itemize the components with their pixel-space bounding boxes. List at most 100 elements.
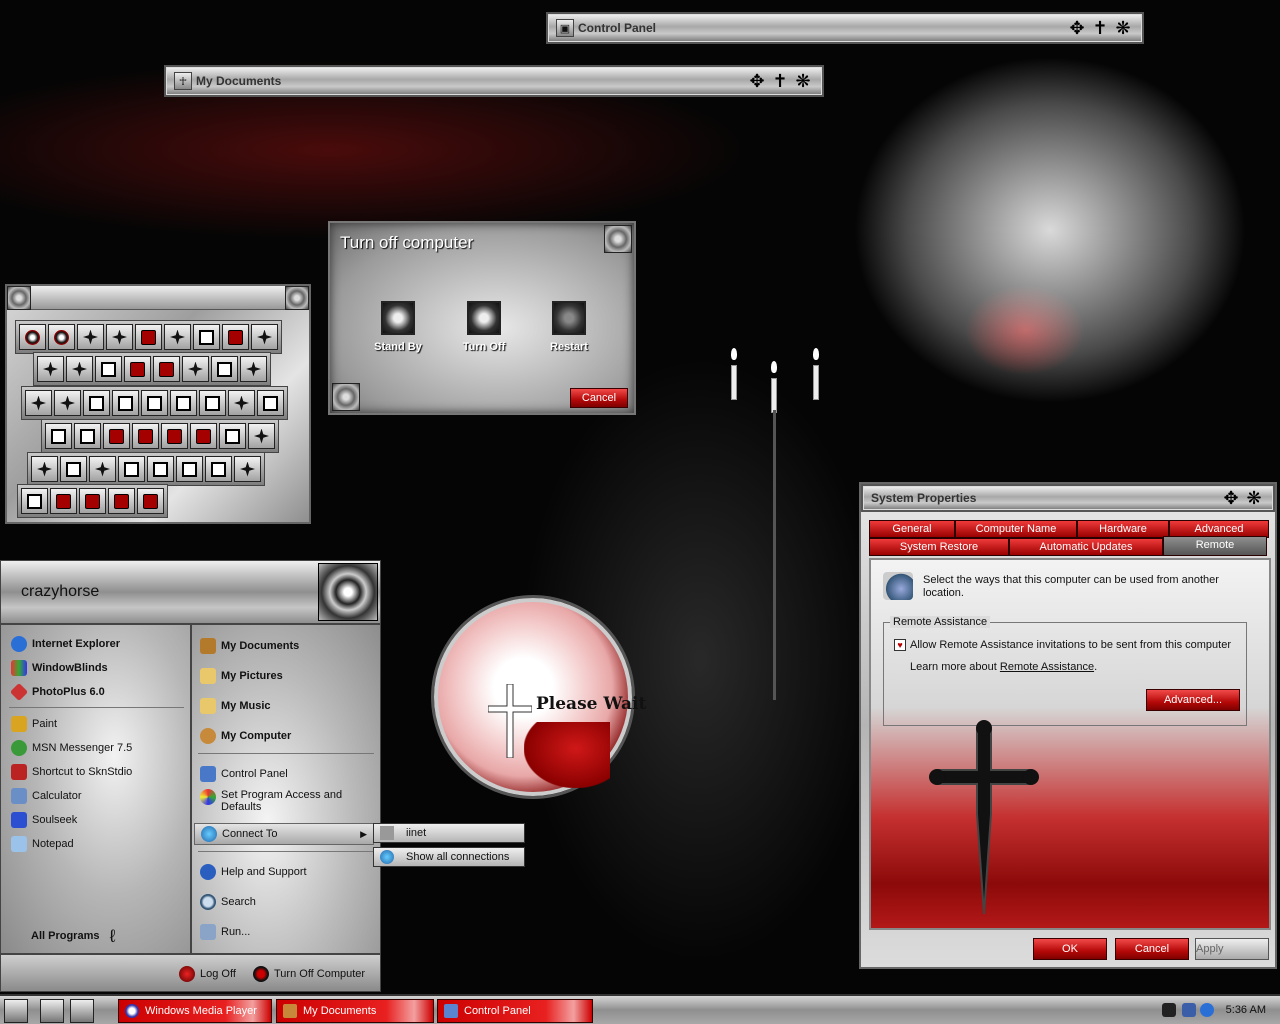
task-windows-media-player[interactable]: Windows Media Player [118,999,272,1023]
cancel-button[interactable]: Cancel [570,388,628,408]
tray-network-icon[interactable] [1182,1003,1196,1017]
remote-assistance-link[interactable]: Remote Assistance [1000,661,1094,673]
menu-item-search[interactable]: Search [200,891,256,913]
toolbar-button[interactable] [124,356,151,382]
toolbar-button[interactable] [60,456,87,482]
tray-dragon-icon[interactable] [1162,1003,1176,1017]
toolbar-button[interactable] [79,488,106,514]
turn-off-computer-button[interactable]: Turn Off Computer [253,963,365,985]
menu-item-sknstudio[interactable]: Shortcut to SknStdio [11,761,132,783]
toolbar-button[interactable] [222,324,249,350]
toolbar-button[interactable] [77,324,104,350]
toolbar-button[interactable] [48,324,75,350]
toolbar-button[interactable] [211,356,238,382]
toolbar-button[interactable] [234,456,261,482]
toolbar-button[interactable] [95,356,122,382]
log-off-button[interactable]: Log Off [179,963,236,985]
toolbar-button[interactable] [108,488,135,514]
toolbar-button[interactable] [106,324,133,350]
tray-windowblinds-icon[interactable] [1200,1003,1214,1017]
toolbar-button[interactable] [31,456,58,482]
toolbar-button[interactable] [219,423,246,449]
toolbar-button[interactable] [141,390,168,416]
menu-item-control-panel[interactable]: Control Panel [200,763,288,785]
toolbar-button[interactable] [83,390,110,416]
toolbar-button[interactable] [240,356,267,382]
tab-general[interactable]: General [869,520,955,538]
toolbar-button[interactable] [164,324,191,350]
toolbar-button[interactable] [45,423,72,449]
turn-off-option[interactable]: Turn Off [449,301,519,353]
toolbar-button[interactable] [118,456,145,482]
menu-item-my-pictures[interactable]: My Pictures [200,665,283,687]
toolbar-button[interactable] [182,356,209,382]
my-documents-titlebar[interactable]: ☥ My Documents ✥ ✝ ❋ [164,65,824,97]
cancel-button[interactable]: Cancel [1115,938,1189,960]
icon-toolbar-titlebar[interactable] [7,286,309,310]
tab-remote[interactable]: Remote [1163,536,1267,556]
toolbar-button[interactable] [21,488,48,514]
menu-item-soulseek[interactable]: Soulseek [11,809,77,831]
system-properties-titlebar[interactable]: System Properties ✥ ❋ [861,484,1275,512]
toolbar-button[interactable] [132,423,159,449]
toolbar-button[interactable] [137,488,164,514]
toolbar-button[interactable] [89,456,116,482]
tab-system-restore[interactable]: System Restore [869,538,1009,556]
toolbar-button[interactable] [103,423,130,449]
toolbar-button[interactable] [170,390,197,416]
ok-button[interactable]: OK [1033,938,1107,960]
toolbar-button[interactable] [74,423,101,449]
menu-item-my-documents[interactable]: My Documents [200,635,299,657]
taskbar-clock[interactable]: 5:36 AM [1226,1004,1266,1016]
toolbar-button[interactable] [147,456,174,482]
menu-item-windowblinds[interactable]: WindowBlinds [11,657,108,679]
toolbar-button[interactable] [153,356,180,382]
menu-item-help-and-support[interactable]: Help and Support [200,861,307,883]
menu-item-my-music[interactable]: My Music [200,695,271,717]
stand-by-option[interactable]: Stand By [363,301,433,353]
toolbar-button[interactable] [37,356,64,382]
start-button[interactable] [4,999,28,1023]
menu-item-msn-messenger[interactable]: MSN Messenger 7.5 [11,737,132,759]
close-icon[interactable]: ❋ [1112,17,1134,39]
all-programs-button[interactable]: All Programs ℓ [31,925,115,947]
quick-launch-icon[interactable] [70,999,94,1023]
close-icon[interactable]: ❋ [792,70,814,92]
toolbar-button[interactable] [135,324,162,350]
toolbar-button[interactable] [248,423,275,449]
toolbar-button[interactable] [112,390,139,416]
tab-computer-name[interactable]: Computer Name [955,520,1077,538]
toolbar-button[interactable] [251,324,278,350]
menu-item-calculator[interactable]: Calculator [11,785,82,807]
minimize-icon[interactable]: ✥ [746,70,768,92]
toolbar-button[interactable] [66,356,93,382]
toolbar-button[interactable] [193,324,220,350]
allow-remote-assistance-checkbox[interactable]: ♥ [894,639,906,651]
menu-item-photoplus[interactable]: PhotoPlus 6.0 [9,681,105,703]
task-my-documents[interactable]: My Documents [276,999,434,1023]
toolbar-button[interactable] [190,423,217,449]
task-control-panel[interactable]: Control Panel [437,999,593,1023]
menu-item-paint[interactable]: Paint [11,713,57,735]
menu-item-notepad[interactable]: Notepad [11,833,74,855]
toolbar-button[interactable] [54,390,81,416]
close-icon[interactable]: ❋ [1243,487,1265,509]
toolbar-button[interactable] [19,324,46,350]
toolbar-button[interactable] [25,390,52,416]
toolbar-button[interactable] [50,488,77,514]
menu-item-connect-to[interactable]: Connect To ▶ [194,823,374,845]
toolbar-button[interactable] [257,390,284,416]
toolbar-button[interactable] [228,390,255,416]
menu-item-internet-explorer[interactable]: Internet Explorer [11,633,120,655]
help-icon[interactable]: ✥ [1220,487,1242,509]
restart-option[interactable]: Restart [534,301,604,353]
toolbar-button[interactable] [205,456,232,482]
menu-item-my-computer[interactable]: My Computer [200,725,291,747]
advanced-button[interactable]: Advanced... [1146,689,1240,711]
submenu-item-show-all-connections[interactable]: Show all connections [373,847,525,867]
toolbar-button[interactable] [161,423,188,449]
apply-button[interactable]: Apply [1195,938,1269,960]
menu-item-run[interactable]: Run... [200,921,250,943]
submenu-item-iinet[interactable]: iinet [373,823,525,843]
maximize-icon[interactable]: ✝ [769,70,791,92]
